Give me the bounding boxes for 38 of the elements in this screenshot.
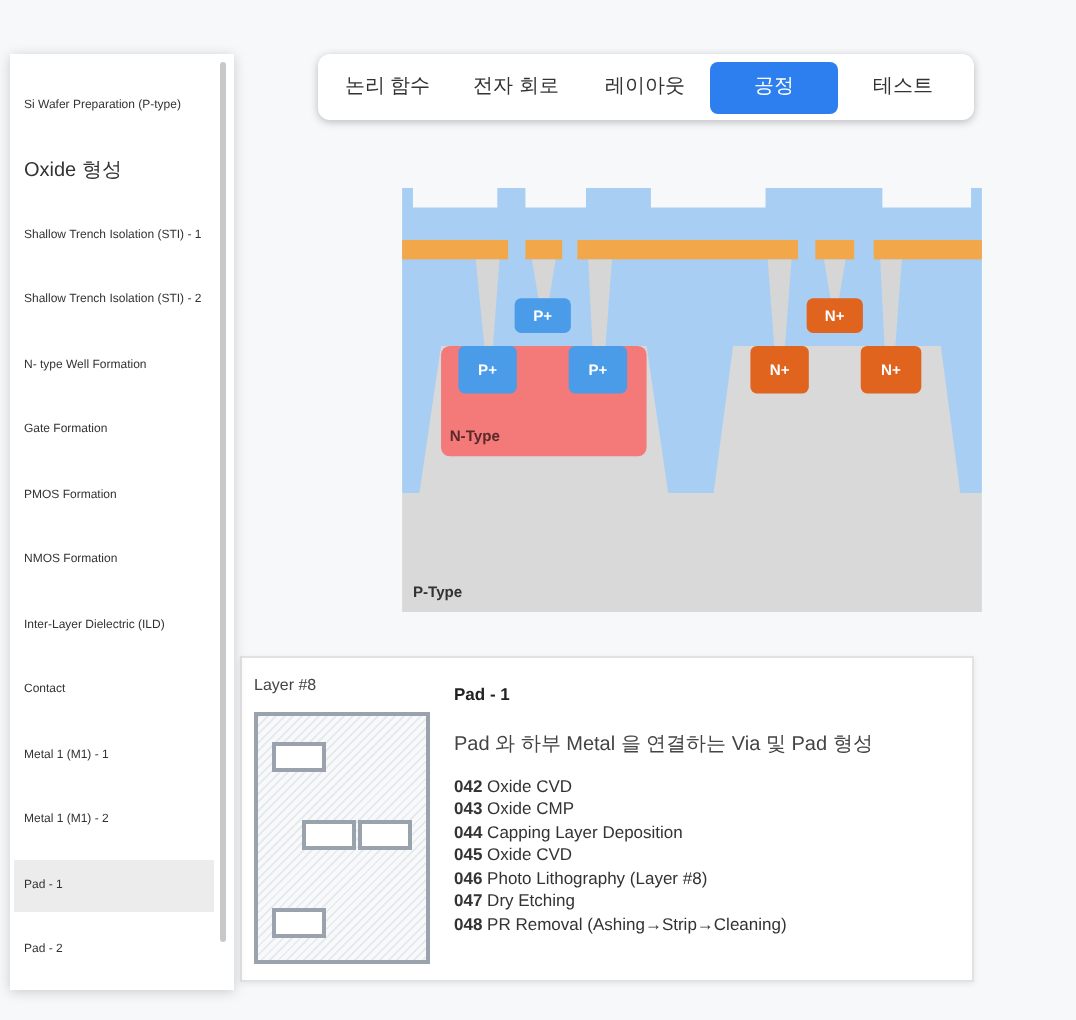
process-step: 042 Oxide CVD (454, 775, 873, 799)
region-label: P+ (532, 307, 552, 326)
p-plus-region (513, 298, 570, 333)
n-plus-region (859, 345, 921, 394)
process-step: 044 Capping Layer Deposition (454, 821, 873, 845)
via (474, 259, 499, 346)
n-plus-region (749, 345, 808, 394)
n-plus-region (805, 298, 862, 333)
region-label: N+ (768, 361, 789, 380)
region-label: P+ (477, 361, 497, 380)
process-step: 046 Photo Lithography (Layer #8) (454, 867, 873, 891)
process-step: 045 Oxide CVD (454, 844, 873, 868)
well-label: N-Type (448, 427, 499, 446)
step-description: Pad 와 하부 Metal 을 연결하는 Via 및 Pad 형성 (454, 731, 873, 760)
p-plus-region (457, 345, 516, 394)
via (530, 259, 555, 299)
region-label: P+ (587, 361, 607, 380)
layer-label: Layer #8 (254, 674, 319, 698)
region-label: N+ (880, 361, 900, 380)
region-label: N+ (823, 307, 844, 326)
process-step: 043 Oxide CMP (454, 798, 873, 822)
metal-bar (401, 239, 508, 260)
step-title: Pad - 1 (454, 682, 512, 708)
tab[interactable]: 레이아웃 (580, 61, 710, 113)
via (822, 259, 845, 299)
substrate-label: P-Type (411, 582, 462, 601)
p-plus-region (567, 345, 627, 394)
via (587, 259, 611, 346)
scrollbar[interactable] (220, 62, 226, 942)
tab[interactable]: 전자 회로 (451, 61, 581, 113)
sidebar-item[interactable]: Oxide 형성 (14, 145, 214, 197)
process-step: 048 PR Removal (Ashing→Strip→Cleaning) (454, 913, 873, 937)
tab[interactable]: 테스트 (838, 61, 968, 113)
process-step: 047 Dry Etching (454, 890, 873, 914)
tab[interactable]: 논리 함수 (323, 61, 452, 113)
via (879, 259, 901, 346)
via (766, 259, 791, 346)
tab[interactable]: 공정 (709, 61, 839, 113)
